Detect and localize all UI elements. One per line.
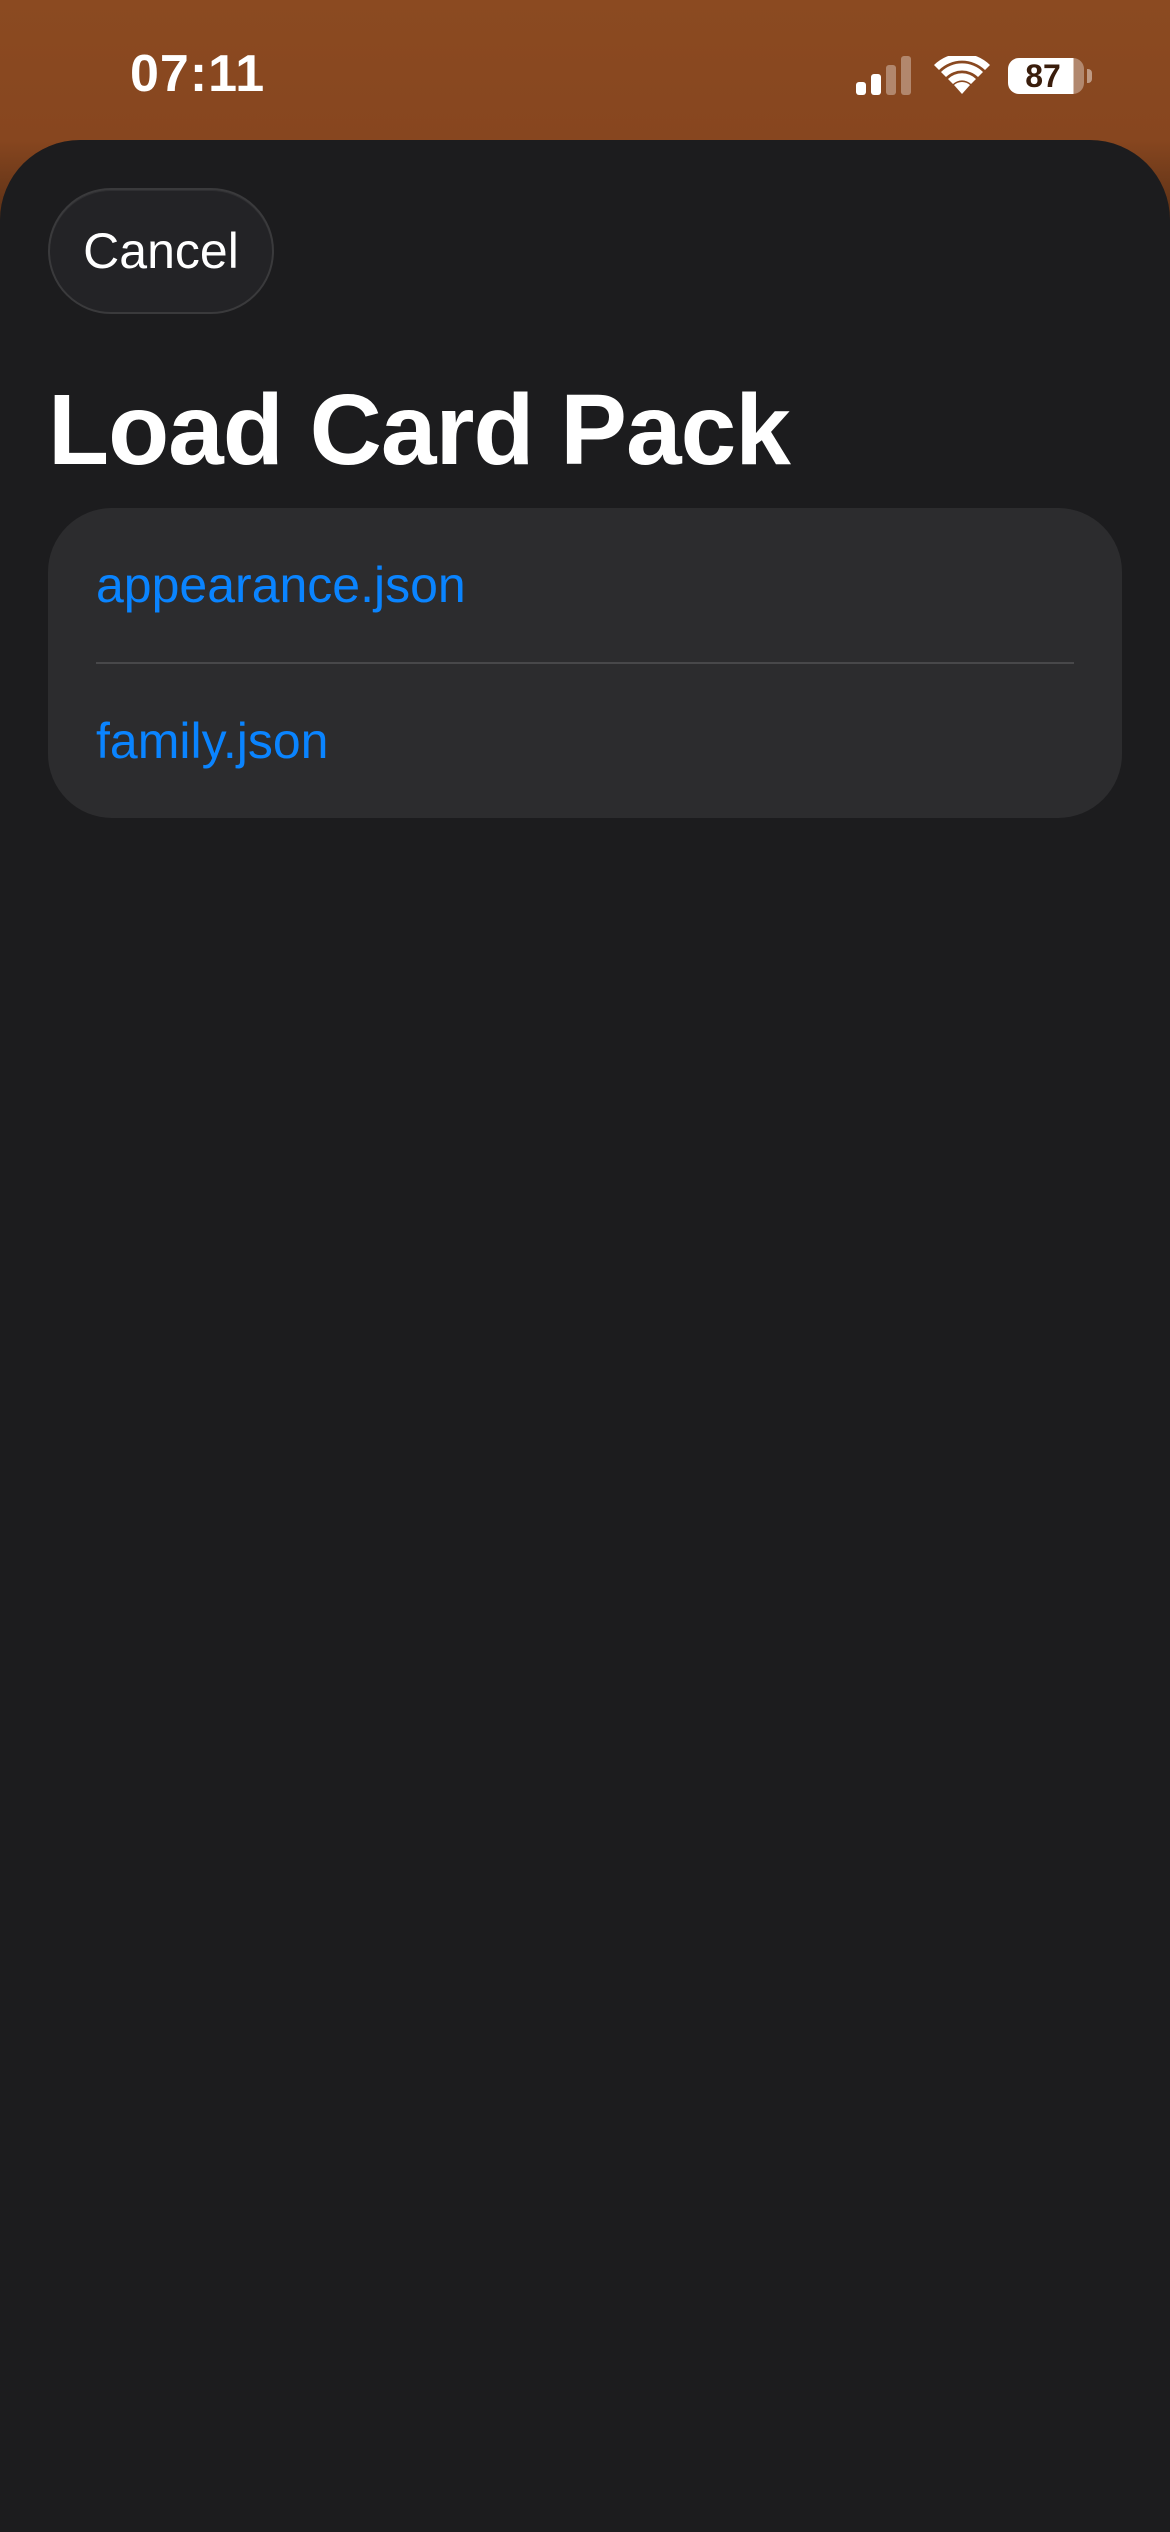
modal-sheet: Cancel Load Card Pack appearance.json fa… [0, 140, 1170, 2532]
status-bar: 07:11 87 [0, 0, 1170, 140]
wifi-icon [934, 56, 990, 94]
signal-icon [856, 56, 911, 95]
file-list: appearance.json family.json [48, 508, 1122, 818]
battery-tip [1087, 69, 1092, 83]
battery-percent: 87 [1025, 58, 1061, 94]
battery-icon: 87 [1008, 56, 1092, 96]
file-item-appearance[interactable]: appearance.json [48, 508, 1122, 662]
status-time: 07:11 [130, 45, 266, 103]
file-item-family[interactable]: family.json [48, 664, 1122, 818]
cancel-button[interactable]: Cancel [48, 188, 274, 314]
page-title: Load Card Pack [48, 374, 791, 486]
